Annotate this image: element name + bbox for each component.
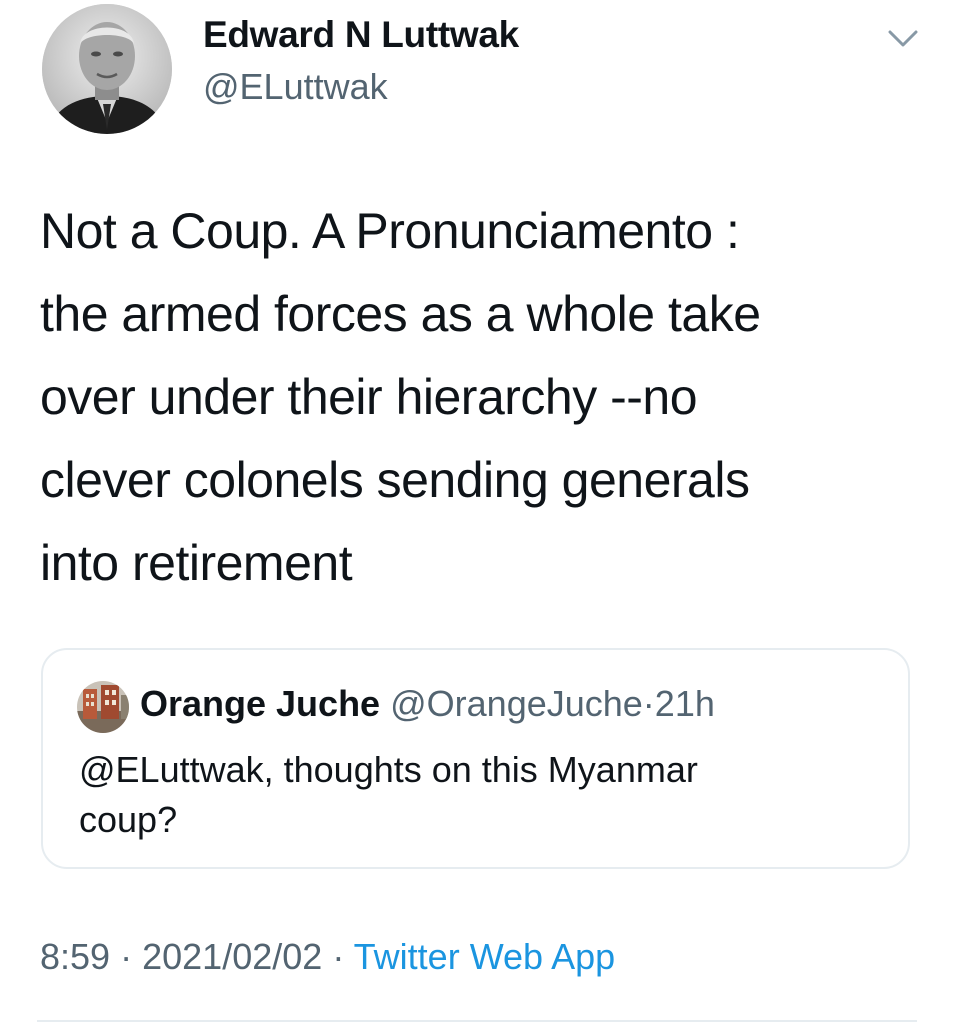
divider: [37, 1020, 917, 1022]
tweet: Edward N Luttwak @ELuttwak Not a Coup. A…: [0, 0, 953, 1024]
tweet-text-line: the armed forces as a whole take: [40, 286, 761, 342]
tweet-text-line: over under their hierarchy --no: [40, 369, 698, 425]
quoted-handle: @OrangeJuche: [390, 683, 643, 724]
quoted-text: @ELuttwak, thoughts on this Myanmar coup…: [79, 745, 879, 845]
tweet-text-line: into retirement: [40, 535, 353, 591]
tweet-meta: 8:59 · 2021/02/02 · Twitter Web App: [40, 933, 615, 981]
tweet-text-line: Not a Coup. A Pronunciamento :: [40, 203, 740, 259]
quoted-avatar: [77, 681, 129, 733]
tweet-date[interactable]: 2021/02/02: [142, 936, 322, 977]
quoted-text-line: @ELuttwak, thoughts on this Myanmar: [79, 749, 698, 790]
quoted-time: 21h: [654, 683, 715, 724]
meta-separator: ·: [332, 936, 345, 977]
tweet-source-link[interactable]: Twitter Web App: [354, 936, 615, 977]
quoted-header: Orange Juche @OrangeJuche·21h: [140, 680, 715, 728]
quoted-display-name: Orange Juche: [140, 683, 381, 724]
author-handle[interactable]: @ELuttwak: [203, 66, 388, 108]
meta-separator: ·: [120, 936, 133, 977]
tweet-text: Not a Coup. A Pronunciamento : the armed…: [40, 190, 920, 605]
quoted-separator: ·: [642, 683, 655, 724]
quoted-tweet-card[interactable]: Orange Juche @OrangeJuche·21h @ELuttwak,…: [41, 648, 910, 869]
tweet-text-line: clever colonels sending generals: [40, 452, 750, 508]
chevron-down-icon[interactable]: [878, 22, 928, 58]
author-avatar[interactable]: [42, 4, 172, 134]
quoted-text-line: coup?: [79, 799, 178, 840]
author-display-name[interactable]: Edward N Luttwak: [203, 14, 519, 56]
tweet-time[interactable]: 8:59: [40, 936, 110, 977]
